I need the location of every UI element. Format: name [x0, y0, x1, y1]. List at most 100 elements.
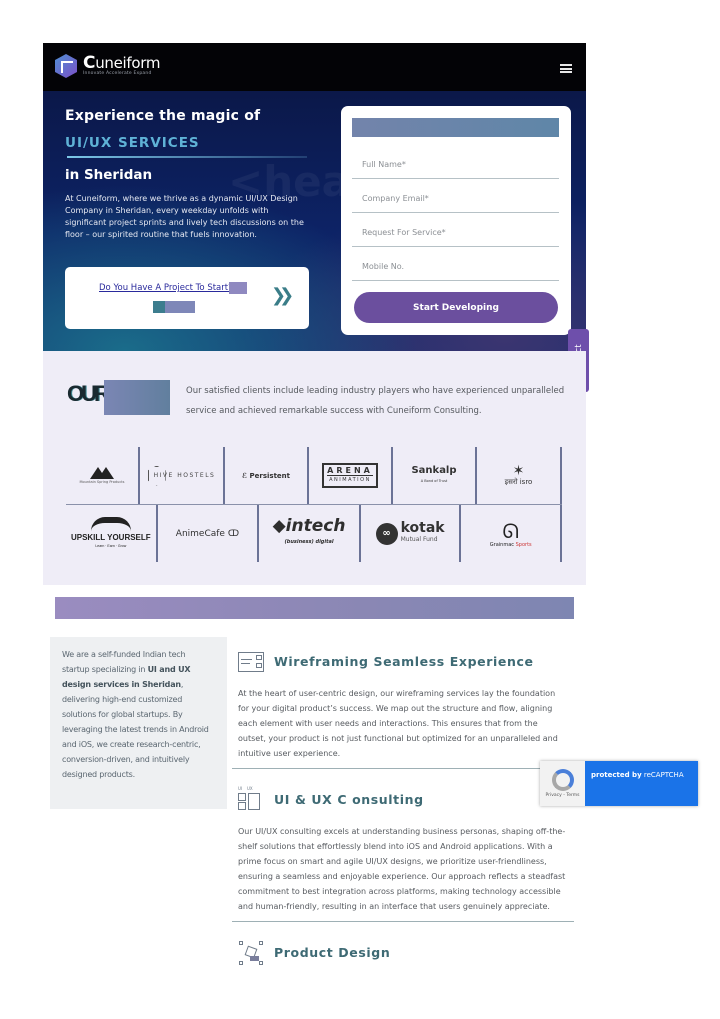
- brand-name: Cuneiform: [83, 52, 161, 73]
- icon-pen: [250, 956, 259, 961]
- icon-handle: [239, 941, 243, 945]
- request-service-field: [352, 213, 559, 247]
- icon-card: [248, 793, 260, 810]
- wireframe-icon-box: [256, 663, 262, 668]
- brand-rest: uneiform: [95, 53, 161, 72]
- isro-logo-text: इसरो isro: [504, 478, 533, 486]
- icon-handle: [239, 961, 243, 965]
- service-title-wireframing: Wireframing Seamless Experience: [274, 654, 534, 669]
- persistent-logo: ℰ Persistent: [241, 471, 291, 480]
- client-logo-isro: ✶ इसरो isro: [477, 447, 562, 504]
- brand-text: Cuneiform Innovate Accelerate Expand: [83, 52, 161, 77]
- client-logo-animecafe: AnimeCafe ↀ: [158, 505, 260, 562]
- hero-underline: [67, 156, 307, 158]
- brand-logo[interactable]: Cuneiform Innovate Accelerate Expand: [55, 54, 160, 78]
- recaptcha-links[interactable]: Privacy - Terms: [545, 793, 579, 798]
- project-placeholder-bar: [153, 301, 195, 313]
- client-logo-mountain-spring: Mountain Spring Products: [66, 447, 140, 504]
- sankalp-logo: Sankalp A Bond of Trust: [411, 464, 457, 486]
- animecafe-logo: AnimeCafe ↀ: [176, 529, 239, 539]
- form-header-bar: [352, 118, 559, 137]
- recaptcha-badge[interactable]: Privacy - Terms protected by reCAPTCHA: [540, 761, 698, 806]
- start-developing-button[interactable]: Start Developing: [354, 292, 558, 323]
- intech-shape-icon: ◆: [272, 515, 286, 536]
- arena-logo-subtext: ANIMATION: [327, 475, 373, 485]
- hero-section: <head Experience the magic of UI/UX SERV…: [43, 91, 586, 351]
- service-desc-wireframing: At the heart of user-centric design, our…: [238, 689, 558, 758]
- client-logo-arena: ARENA ANIMATION: [309, 447, 393, 504]
- sankalp-logo-text: Sankalp: [411, 464, 457, 476]
- client-logo-persistent: ℰ Persistent: [225, 447, 309, 504]
- full-name-field: [352, 145, 559, 179]
- grainmac-logo-text: Grainmac: [489, 541, 515, 548]
- intro-text-end: , delivering high-end customized solutio…: [62, 680, 209, 779]
- service-title-consulting: UI & UX C onsulting: [274, 792, 424, 807]
- clients-label: OUR: [67, 381, 110, 406]
- client-logo-kotak: ∞ kotak Mutual Fund: [361, 505, 462, 562]
- recaptcha-brand: reCAPTCHA: [643, 771, 684, 779]
- wireframe-icon-box: [256, 655, 262, 660]
- wireframe-icon-line: [241, 663, 250, 664]
- grainmac-logo-subtext: Sports: [515, 541, 532, 548]
- arena-logo: ARENA ANIMATION: [322, 463, 378, 488]
- client-logo-intech: ◆intech (business) digital: [259, 505, 361, 562]
- hero-title: Experience the magic of: [65, 108, 261, 124]
- recaptcha-text: protected by reCAPTCHA: [585, 761, 698, 806]
- service-divider: [232, 921, 574, 922]
- client-logo-upskill: UPSKILL YOURSELF Learn · Earn · Grow: [66, 505, 158, 562]
- icon-handle: [259, 961, 263, 965]
- mountain-logo: Mountain Spring Products: [79, 467, 125, 484]
- cuneiform-logo-icon: [55, 54, 77, 78]
- mountain-icon: [89, 467, 114, 479]
- client-logo-grainmac-sports: ᘏ Grainmac Sports: [461, 505, 562, 562]
- intro-text: We are a self-funded Indian tech startup…: [62, 647, 215, 782]
- project-cta-card: Do You Have A Project To Start? ❯❯: [65, 267, 309, 329]
- mobile-input[interactable]: [352, 247, 559, 280]
- service-desc-consulting: Our UI/UX consulting excels at understan…: [238, 827, 566, 911]
- clients-label-block: [104, 380, 170, 415]
- client-logo-hive-hostels: HIVE HOSTELS: [140, 447, 225, 504]
- hero-description: At Cuneiform, where we thrive as a dynam…: [65, 194, 304, 239]
- kotak-logo: ∞ kotak Mutual Fund: [375, 521, 445, 546]
- project-start-link[interactable]: Do You Have A Project To Start?: [99, 283, 233, 293]
- recaptcha-icon: [551, 769, 574, 791]
- persistent-logo-text: Persistent: [249, 471, 291, 480]
- icon-handle: [259, 941, 263, 945]
- product-design-icon: [238, 941, 264, 965]
- hero-city: in Sheridan: [65, 167, 153, 183]
- recaptcha-protected-by: protected by: [591, 771, 642, 779]
- hero-services-heading: UI/UX SERVICES: [65, 135, 200, 151]
- intech-logo: ◆intech (business) digital: [272, 515, 346, 550]
- icon-square: [238, 793, 246, 801]
- company-email-input[interactable]: [352, 179, 559, 212]
- clients-section: OUR Our satisfied clients include leadin…: [43, 351, 586, 585]
- intro-box: We are a self-funded Indian tech startup…: [50, 637, 227, 809]
- upskill-logo-subtext: Learn · Earn · Grow: [95, 544, 127, 548]
- mountain-logo-text: Mountain Spring Products: [79, 480, 125, 484]
- clients-description: Our satisfied clients include leading in…: [186, 386, 565, 416]
- intech-logo-text: intech: [285, 515, 346, 536]
- site-header: Cuneiform Innovate Accelerate Expand: [43, 43, 586, 91]
- contact-form: Start Developing: [341, 106, 571, 335]
- full-name-input[interactable]: [352, 145, 559, 178]
- icon-label-ux: UX: [247, 786, 253, 791]
- kotak-logo-text-group: kotak Mutual Fund: [401, 521, 445, 546]
- intech-logo-subtext: (business) digital: [284, 538, 334, 545]
- ui-ux-consulting-icon: UI UX: [238, 786, 264, 810]
- double-chevron-right-icon[interactable]: ❯❯: [271, 285, 294, 306]
- hamburger-icon[interactable]: [560, 64, 572, 73]
- upskill-logo-text: UPSKILL YOURSELF: [70, 533, 151, 542]
- section-heading-bar: [55, 597, 574, 619]
- animecafe-logo-text: AnimeCafe: [175, 528, 225, 539]
- brand-tagline: Innovate Accelerate Expand: [83, 70, 152, 76]
- cat-icon: ↀ: [227, 528, 240, 539]
- project-badge: [229, 282, 247, 294]
- wireframe-icon: [238, 650, 264, 674]
- rocket-icon: ✶: [512, 463, 525, 479]
- sankalp-logo-subtext: A Bond of Trust: [420, 478, 448, 483]
- athlete-icon: ᘏ: [502, 518, 519, 543]
- brand-initial: C: [83, 52, 96, 73]
- hamburger-line: [560, 67, 572, 70]
- grainmac-logo: ᘏ Grainmac Sports: [490, 520, 532, 548]
- request-service-input[interactable]: [352, 213, 559, 246]
